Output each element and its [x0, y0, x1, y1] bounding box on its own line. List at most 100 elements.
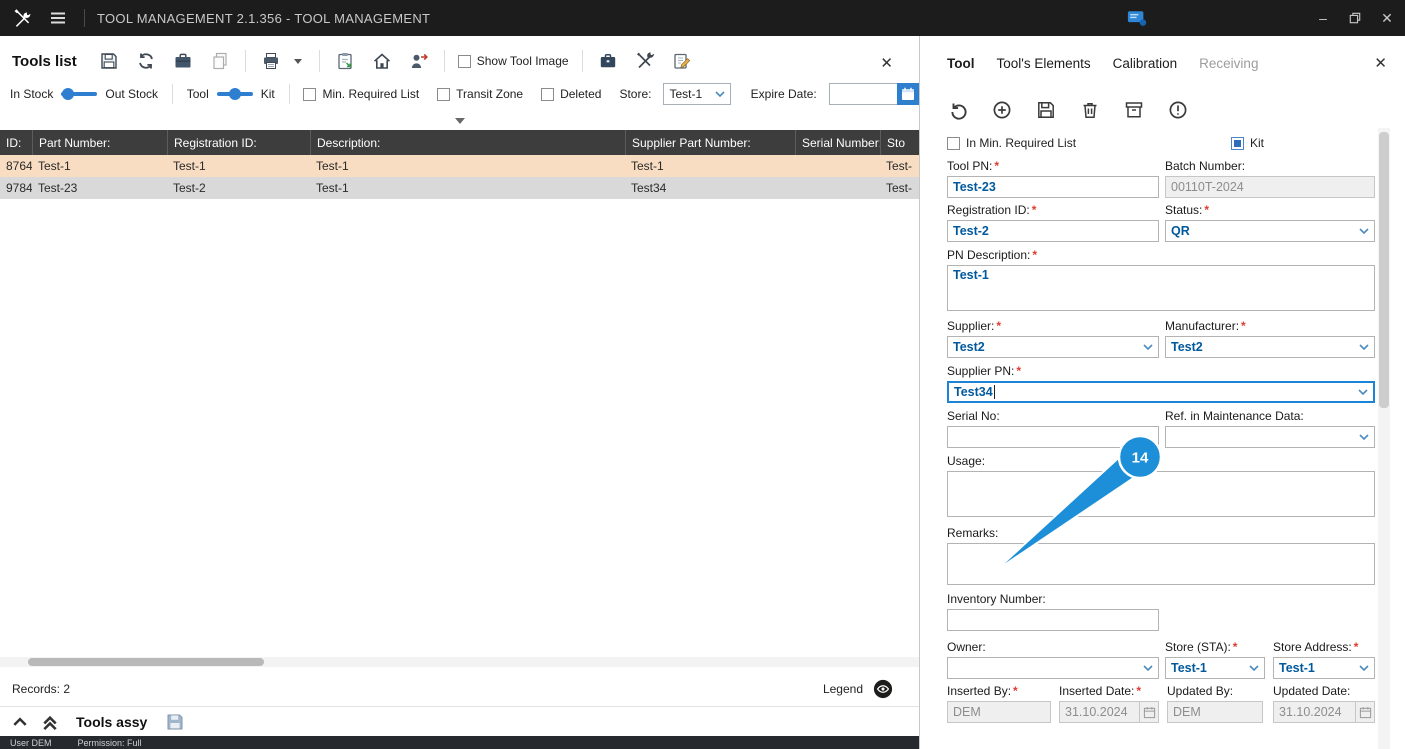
horizontal-scrollbar[interactable]: [0, 657, 919, 667]
min-required-list-checkbox[interactable]: Min. Required List: [303, 87, 419, 101]
vertical-scrollbar[interactable]: [1378, 128, 1390, 749]
tool-case-button[interactable]: [596, 49, 620, 73]
chevron-down-icon: [1359, 344, 1369, 350]
manufacturer-select[interactable]: Test2: [1165, 336, 1375, 358]
in-min-required-checkbox[interactable]: In Min. Required List: [947, 136, 1076, 150]
tools-list-footer: Records: 2 Legend: [0, 676, 919, 702]
inventory-number-input[interactable]: [947, 609, 1159, 631]
collapse-all-button[interactable]: [38, 710, 62, 734]
calendar-icon: [1355, 702, 1374, 722]
column-header-registration-id[interactable]: Registration ID:: [167, 130, 310, 155]
checkbox-icon: [303, 87, 317, 101]
tools-list-title: Tools list: [12, 52, 77, 70]
refresh-button[interactable]: [134, 49, 158, 73]
field-store-sta: Store (STA): * Test-1: [1165, 640, 1265, 679]
tools-button[interactable]: [633, 49, 657, 73]
field-registration-id: Registration ID: *: [947, 203, 1159, 242]
tab-calibration[interactable]: Calibration: [1113, 56, 1178, 71]
cell-registration-id: Test-1: [173, 159, 206, 173]
stock-toggle[interactable]: [61, 87, 98, 101]
column-header-supplier-part-number[interactable]: Supplier Part Number:: [625, 130, 795, 155]
add-button[interactable]: [991, 99, 1013, 121]
pn-description-label: PN Description:: [947, 248, 1031, 262]
edit-button[interactable]: [670, 49, 694, 73]
legend-button[interactable]: [873, 679, 893, 699]
pn-description-textarea[interactable]: Test-1: [947, 265, 1375, 311]
close-button[interactable]: ✕: [1371, 0, 1403, 36]
home-button[interactable]: [370, 49, 394, 73]
collapse-button[interactable]: [8, 710, 32, 734]
supplier-select[interactable]: Test2: [947, 336, 1159, 358]
print-button[interactable]: [259, 49, 283, 73]
column-header-id[interactable]: ID:: [0, 130, 32, 155]
kit-option-label: Kit: [1250, 136, 1265, 150]
inserted-date-label: Inserted Date:: [1059, 684, 1135, 698]
restore-button[interactable]: [1339, 0, 1371, 36]
field-ref-maintenance: Ref. in Maintenance Data:: [1165, 409, 1375, 448]
usage-textarea[interactable]: [947, 471, 1375, 517]
required-mark: *: [1204, 203, 1210, 217]
registration-id-input[interactable]: [947, 220, 1159, 242]
save-icon: [101, 53, 117, 69]
expire-date-input[interactable]: [828, 83, 919, 105]
deleted-checkbox[interactable]: Deleted: [541, 87, 601, 101]
table-row[interactable]: 8764 Test-1 Test-1 Test-1 Test-1 Test-: [0, 155, 919, 177]
remarks-textarea[interactable]: [947, 543, 1375, 585]
deleted-label: Deleted: [560, 87, 602, 101]
table-row[interactable]: 9784 Test-23 Test-2 Test-1 Test34 Test-: [0, 177, 919, 199]
clipboard-button[interactable]: [333, 49, 357, 73]
menu-button[interactable]: [46, 6, 70, 30]
tool-kit-toggle[interactable]: [216, 87, 253, 101]
filter-collapse-handle[interactable]: [0, 115, 919, 127]
batch-number-label: Batch Number:: [1165, 159, 1246, 173]
undo-button[interactable]: [947, 99, 969, 121]
copy-button[interactable]: [208, 49, 232, 73]
column-header-description[interactable]: Description:: [310, 130, 625, 155]
archive-button[interactable]: [1123, 99, 1145, 121]
tab-tools-elements[interactable]: Tool's Elements: [997, 56, 1091, 71]
supplier-pn-select[interactable]: Test34: [947, 381, 1375, 403]
detail-close-button[interactable]: ✕: [1374, 54, 1387, 72]
column-header-part-number[interactable]: Part Number:: [32, 130, 167, 155]
store-sta-select[interactable]: Test-1: [1165, 657, 1265, 679]
minimize-button[interactable]: –: [1307, 0, 1339, 36]
archive-box-icon: [1125, 102, 1143, 118]
show-tool-image-label: Show Tool Image: [476, 54, 569, 68]
toolbar-separator: [443, 50, 445, 72]
delete-button[interactable]: [1079, 99, 1101, 121]
tools-list-close-button[interactable]: ✕: [880, 54, 893, 72]
status-value: QR: [1171, 224, 1190, 238]
column-header-store[interactable]: Sto: [880, 130, 919, 155]
tab-tool[interactable]: Tool: [947, 56, 975, 71]
export-user-button[interactable]: [407, 49, 431, 73]
notification-button[interactable]: [1125, 6, 1149, 30]
assy-save-button[interactable]: [163, 710, 187, 734]
save-list-button[interactable]: [97, 49, 121, 73]
store-address-select[interactable]: Test-1: [1273, 657, 1375, 679]
info-button[interactable]: [1167, 99, 1189, 121]
store-filter-select[interactable]: Test-1: [663, 83, 731, 105]
chevron-down-icon: [1143, 344, 1153, 350]
tool-pn-input[interactable]: [947, 176, 1159, 198]
show-tool-image-checkbox[interactable]: Show Tool Image: [457, 54, 569, 68]
serial-no-input[interactable]: [947, 426, 1159, 448]
expire-date-calendar-button[interactable]: [897, 83, 919, 105]
kit-checkbox[interactable]: Kit: [1231, 136, 1264, 150]
scrollbar-thumb[interactable]: [28, 658, 264, 666]
chevron-up-icon: [13, 716, 27, 726]
ref-maintenance-select[interactable]: [1165, 426, 1375, 448]
field-updated-date: Updated Date: 31.10.2024: [1273, 684, 1375, 723]
scrollbar-thumb[interactable]: [1379, 132, 1389, 408]
toolbox-button[interactable]: [171, 49, 195, 73]
titlebar-separator: [84, 9, 85, 27]
save-icon: [167, 714, 183, 729]
owner-select[interactable]: [947, 657, 1159, 679]
save-detail-button[interactable]: [1035, 99, 1057, 121]
column-header-serial-number[interactable]: Serial Number:: [795, 130, 880, 155]
print-options-button[interactable]: [293, 49, 306, 73]
cell-registration-id: Test-2: [173, 181, 206, 195]
transit-zone-checkbox[interactable]: Transit Zone: [437, 87, 523, 101]
registration-id-label: Registration ID:: [947, 203, 1030, 217]
inventory-number-label: Inventory Number:: [947, 592, 1046, 606]
status-select[interactable]: QR: [1165, 220, 1375, 242]
